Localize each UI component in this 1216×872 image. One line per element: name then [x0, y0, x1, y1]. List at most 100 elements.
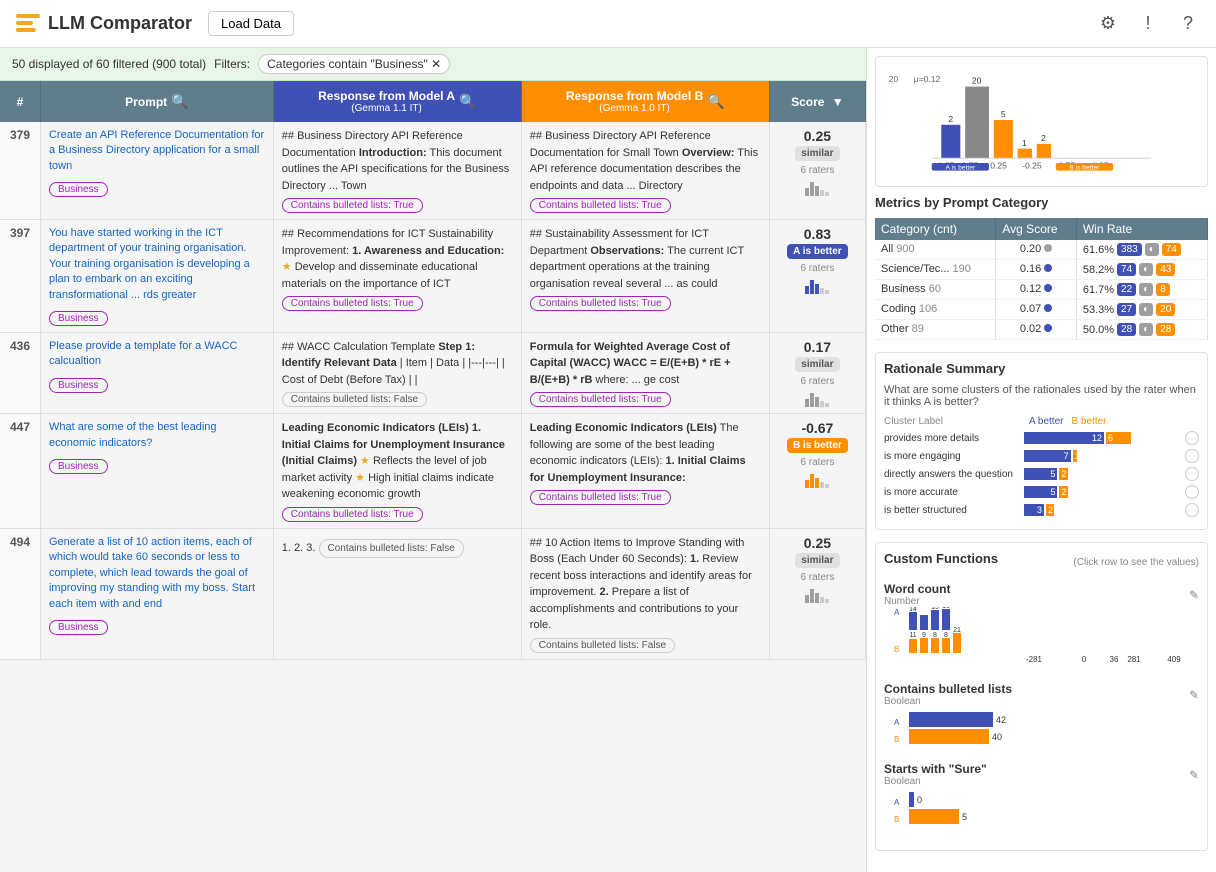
- svg-text:A: A: [894, 608, 900, 617]
- edit-icon[interactable]: ✎: [1189, 588, 1199, 602]
- filter-label: Filters:: [214, 57, 250, 71]
- sort-icon[interactable]: ▼: [832, 95, 844, 109]
- search-prompt-icon[interactable]: 🔍: [171, 93, 188, 110]
- col-response-a: Response from Model A (Gemma 1.1 IT) 🔍: [273, 81, 521, 122]
- svg-text:8: 8: [933, 632, 937, 639]
- category-tag[interactable]: Business: [49, 459, 108, 474]
- response-b-cell: Formula for Weighted Average Cost of Cap…: [521, 332, 769, 414]
- svg-text:-0.25: -0.25: [1022, 161, 1042, 171]
- custom-fn-starts-with-sure[interactable]: Starts with "Sure" Boolean ✎ A 0 B 5: [884, 762, 1199, 830]
- rationale-row[interactable]: directly answers the question 5 2: [884, 467, 1199, 481]
- table-row[interactable]: 379 Create an API Reference Documentatio…: [0, 122, 866, 220]
- settings-icon[interactable]: ⚙: [1096, 12, 1120, 36]
- category-tag[interactable]: Business: [49, 311, 108, 326]
- prompt-cell: Please provide a template for a WACC cal…: [40, 332, 273, 414]
- custom-functions-section: Custom Functions (Click row to see the v…: [875, 542, 1208, 851]
- svg-text:15: 15: [931, 607, 939, 611]
- load-data-button[interactable]: Load Data: [208, 11, 294, 36]
- svg-text:21: 21: [953, 627, 961, 634]
- category-tag[interactable]: Business: [49, 182, 108, 197]
- metrics-table: Category (cnt) Avg Score Win Rate All 90…: [875, 218, 1208, 340]
- mini-chart: [778, 389, 857, 407]
- edit-icon-sure[interactable]: ✎: [1189, 768, 1199, 782]
- edit-icon-bulleted[interactable]: ✎: [1189, 688, 1199, 702]
- response-b-cell: ## 10 Action Items to Improve Standing w…: [521, 528, 769, 659]
- filter-bar: 50 displayed of 60 filtered (900 total) …: [0, 48, 866, 81]
- rationale-row[interactable]: is more accurate 5 2: [884, 485, 1199, 499]
- response-b-cell: ## Sustainability Assessment for ICT Dep…: [521, 220, 769, 333]
- right-panel: 20 μ=0.12 2 20 5 1 2 1.25 0.75: [866, 48, 1216, 872]
- svg-text:11: 11: [909, 632, 916, 639]
- svg-text:0: 0: [917, 795, 922, 805]
- filter-tag[interactable]: Categories contain "Business" ✕: [258, 54, 450, 74]
- rationale-desc: What are some clusters of the rationales…: [884, 384, 1199, 408]
- contains-a-tag: Contains bulleted lists: False: [282, 392, 427, 407]
- response-a-cell: ## Business Directory API Reference Docu…: [273, 122, 521, 220]
- response-a-cell: 1. 2. 3. Contains bulleted lists: False: [273, 528, 521, 659]
- custom-fn-bulleted-lists[interactable]: Contains bulleted lists Boolean ✎ A 42 B…: [884, 682, 1199, 750]
- svg-text:5: 5: [1001, 109, 1006, 119]
- rationale-row[interactable]: is better structured 3 2: [884, 503, 1199, 517]
- contains-b-tag: Contains bulleted lists: True: [530, 198, 671, 213]
- svg-text:2: 2: [948, 114, 953, 124]
- response-a-cell: ## Recommendations for ICT Sustainabilit…: [273, 220, 521, 333]
- category-tag[interactable]: Business: [49, 620, 108, 635]
- contains-a-tag: Contains bulleted lists: False: [319, 539, 464, 558]
- score-badge: B is better: [787, 438, 848, 453]
- score-cell: -0.67 B is better 6 raters: [769, 414, 865, 529]
- search-response-a-icon[interactable]: 🔍: [459, 93, 476, 110]
- rationale-section: Rationale Summary What are some clusters…: [875, 352, 1208, 530]
- logo: LLM Comparator: [16, 13, 192, 34]
- table-row[interactable]: 397 You have started working in the ICT …: [0, 220, 866, 333]
- custom-fn-word-count[interactable]: Word count Number ✎ A 14 15 16 B 11 9 8 …: [884, 582, 1199, 670]
- metrics-row[interactable]: Coding 106 0.07 53.3% 27 ◐ 20: [875, 300, 1208, 320]
- category-tag[interactable]: Business: [49, 378, 108, 393]
- contains-b-tag: Contains bulleted lists: True: [530, 490, 671, 505]
- metrics-row[interactable]: Business 60 0.12 61.7% 22 ◐ 8: [875, 280, 1208, 300]
- svg-text:14: 14: [909, 607, 917, 613]
- svg-text:8: 8: [944, 632, 948, 639]
- rationale-row[interactable]: provides more details 12 6: [884, 431, 1199, 445]
- metrics-row[interactable]: All 900 0.20 61.6% 383 ◐ 74: [875, 240, 1208, 260]
- metrics-row[interactable]: Science/Tec... 190 0.16 58.2% 74 ◐ 43: [875, 260, 1208, 280]
- app-title: LLM Comparator: [48, 13, 192, 34]
- mini-chart: [778, 470, 857, 488]
- svg-text:16: 16: [942, 607, 950, 610]
- svg-text:36: 36: [1110, 655, 1119, 664]
- mini-chart: [778, 276, 857, 294]
- help-icon[interactable]: ?: [1176, 12, 1200, 36]
- metrics-col-category: Category (cnt): [875, 218, 996, 240]
- svg-text:20: 20: [972, 76, 982, 86]
- table-row[interactable]: 494 Generate a list of 10 action items, …: [0, 528, 866, 659]
- rationale-row[interactable]: is more engaging 7 1: [884, 449, 1199, 463]
- svg-text:409: 409: [1167, 655, 1181, 664]
- table-row[interactable]: 447 What are some of the best leading ec…: [0, 414, 866, 529]
- custom-fn-title: Custom Functions: [884, 551, 998, 566]
- metrics-row[interactable]: Other 89 0.02 50.0% 28 ◐ 28: [875, 320, 1208, 340]
- svg-text:B: B: [894, 815, 899, 824]
- bulleted-chart: A 42 B 40: [884, 707, 1194, 747]
- svg-text:A: A: [894, 718, 900, 727]
- score-badge: similar: [795, 146, 839, 161]
- svg-text:B: B: [894, 735, 899, 744]
- mini-chart: [778, 178, 857, 196]
- svg-text:40: 40: [992, 732, 1002, 742]
- response-b-cell: ## Business Directory API Reference Docu…: [521, 122, 769, 220]
- row-num: 397: [0, 220, 40, 333]
- metrics-section: Metrics by Prompt Category Category (cnt…: [875, 195, 1208, 340]
- header: LLM Comparator Load Data ⚙ ! ?: [0, 0, 1216, 48]
- table-row[interactable]: 436 Please provide a template for a WACC…: [0, 332, 866, 414]
- alert-icon[interactable]: !: [1136, 12, 1160, 36]
- header-icons: ⚙ ! ?: [1096, 12, 1200, 36]
- svg-text:9: 9: [922, 632, 926, 639]
- contains-b-tag: Contains bulleted lists: False: [530, 638, 675, 653]
- response-b-cell: Leading Economic Indicators (LEIs) The f…: [521, 414, 769, 529]
- logo-icon: [16, 14, 40, 34]
- row-num: 379: [0, 122, 40, 220]
- search-response-b-icon[interactable]: 🔍: [707, 93, 724, 110]
- prompt-cell: Generate a list of 10 action items, each…: [40, 528, 273, 659]
- svg-text:μ=0.12: μ=0.12: [914, 74, 941, 84]
- col-prompt: Prompt 🔍: [40, 81, 273, 122]
- score-cell: 0.25 similar 6 raters: [769, 122, 865, 220]
- score-badge: similar: [795, 357, 839, 372]
